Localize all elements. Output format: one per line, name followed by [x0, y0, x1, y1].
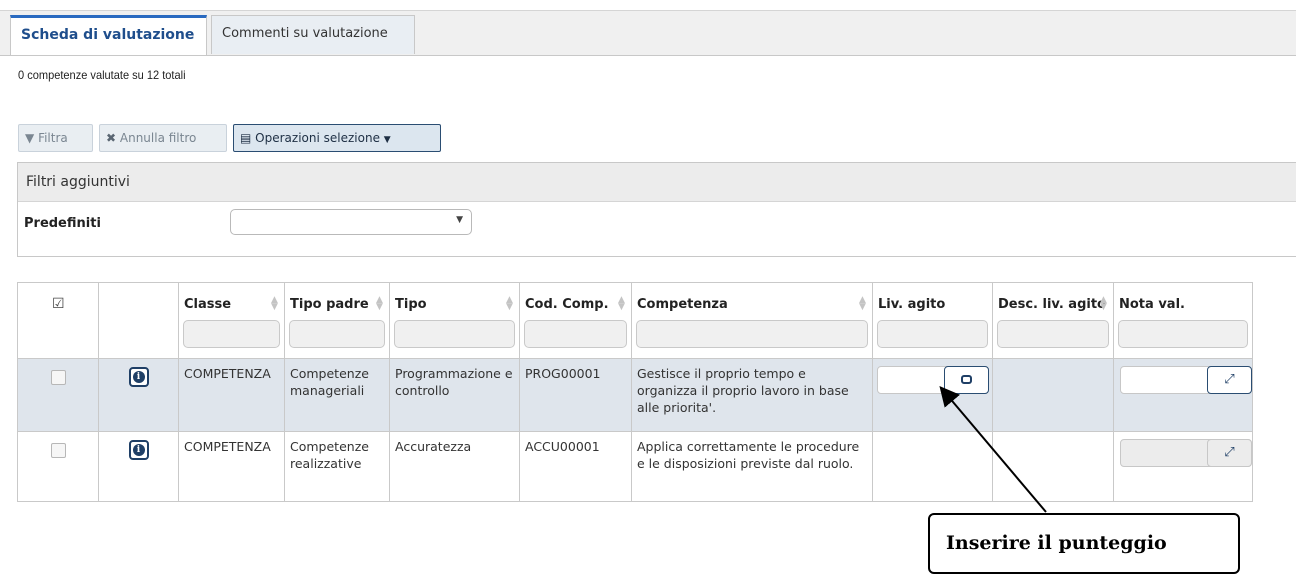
annotation-callout: Inserire il punteggio — [928, 513, 1240, 574]
annotation-arrow — [939, 385, 1047, 513]
